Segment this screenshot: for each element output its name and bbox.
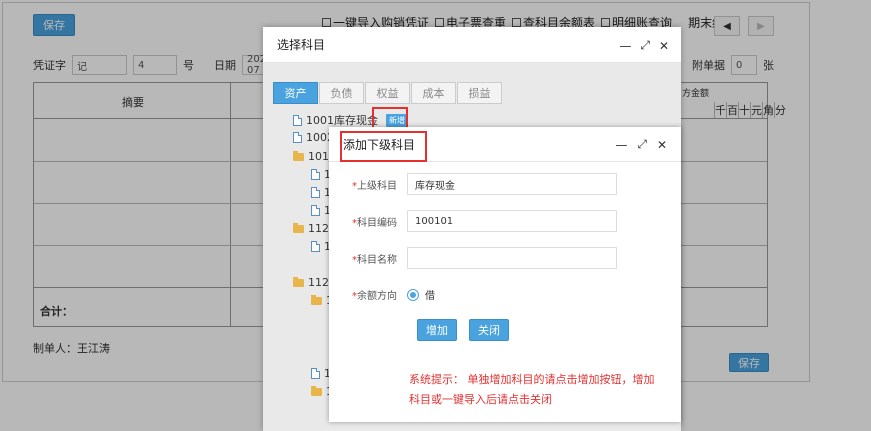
minimize-icon[interactable]: — bbox=[615, 138, 627, 152]
file-icon bbox=[311, 241, 320, 252]
folder-icon bbox=[311, 294, 322, 305]
dialog-title: 选择科目 bbox=[263, 27, 681, 63]
parent-account-input[interactable] bbox=[407, 173, 617, 195]
close-icon[interactable]: ✕ bbox=[659, 39, 669, 53]
account-type-tabs: 资产 负债 权益 成本 损益 bbox=[273, 82, 503, 104]
tab-cost[interactable]: 成本 bbox=[411, 82, 456, 104]
maximize-icon[interactable]: ⤢ bbox=[640, 38, 650, 53]
account-name-input[interactable] bbox=[407, 247, 617, 269]
folder-icon bbox=[311, 385, 322, 396]
highlight-box bbox=[340, 131, 427, 162]
tab-assets[interactable]: 资产 bbox=[273, 82, 318, 104]
file-icon bbox=[311, 205, 320, 216]
folder-icon bbox=[293, 222, 304, 233]
folder-icon bbox=[293, 150, 304, 161]
folder-icon bbox=[293, 276, 304, 287]
file-icon bbox=[311, 187, 320, 198]
file-icon bbox=[311, 368, 320, 379]
tree-node[interactable]: 1 bbox=[311, 168, 331, 181]
close-button[interactable]: 关闭 bbox=[469, 319, 509, 341]
tab-profit-loss[interactable]: 损益 bbox=[457, 82, 502, 104]
debit-radio[interactable] bbox=[407, 288, 419, 301]
tree-node[interactable]: 1 bbox=[311, 240, 331, 253]
file-icon bbox=[293, 114, 302, 126]
dialog-controls: — ⤢ ✕ bbox=[619, 38, 669, 53]
dialog-controls: — ⤢ ✕ bbox=[615, 137, 667, 152]
debit-radio-label: 借 bbox=[425, 291, 435, 302]
system-tip: 系统提示： 单独增加科目的请点击增加按钮，增加科目或一键导入后请点击关闭 bbox=[409, 373, 655, 406]
tree-node[interactable]: 1002 bbox=[293, 131, 334, 144]
parent-account-row: *上级科目 bbox=[329, 173, 681, 195]
minimize-icon[interactable]: — bbox=[619, 39, 631, 53]
add-button[interactable]: 增加 bbox=[417, 319, 457, 341]
tab-liabilities[interactable]: 负债 bbox=[319, 82, 364, 104]
account-code-row: *科目编码 bbox=[329, 210, 681, 232]
tree-node[interactable]: 1 bbox=[311, 367, 331, 380]
maximize-icon[interactable]: ⤢ bbox=[637, 137, 647, 152]
account-name-row: *科目名称 bbox=[329, 247, 681, 269]
close-icon[interactable]: ✕ bbox=[657, 138, 667, 152]
tree-node[interactable]: 1 bbox=[311, 186, 331, 199]
file-icon bbox=[311, 169, 320, 180]
tab-equity[interactable]: 权益 bbox=[365, 82, 410, 104]
add-sub-account-dialog: 添加下级科目 — ⤢ ✕ *上级科目 *科目编码 *科目名称 *余额方向 借 增… bbox=[329, 127, 681, 422]
account-code-input[interactable] bbox=[407, 210, 617, 232]
file-icon bbox=[293, 132, 302, 143]
tree-node[interactable]: 1 bbox=[311, 204, 331, 217]
balance-direction-row: *余额方向 借 bbox=[329, 287, 681, 302]
